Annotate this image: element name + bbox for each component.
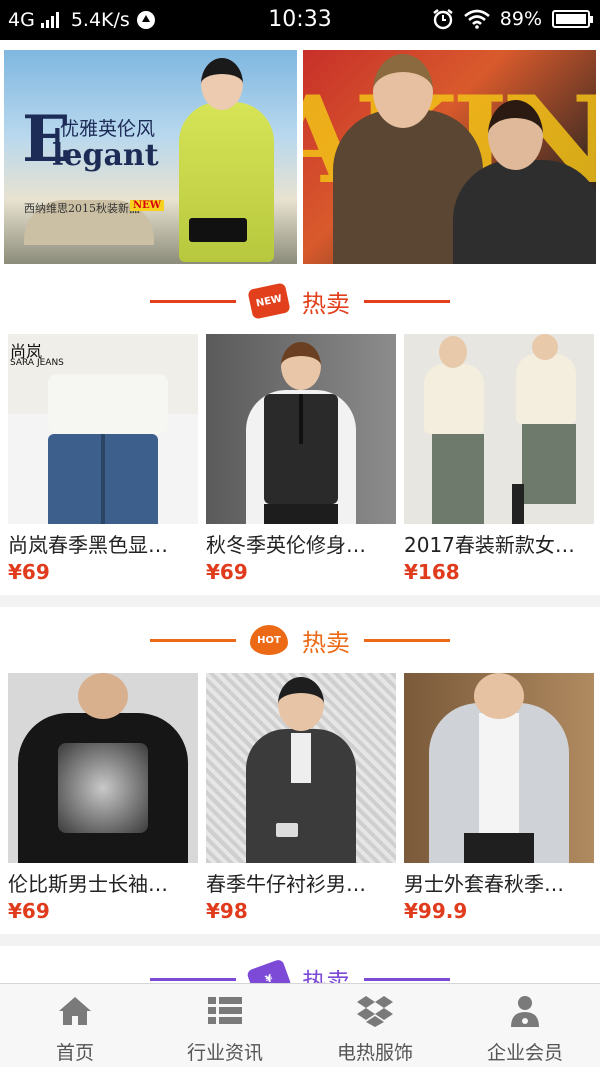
product-image[interactable]: [206, 334, 396, 524]
section-gap: [0, 595, 600, 607]
wifi-icon: [463, 9, 490, 29]
model-head-graphic: [373, 54, 433, 128]
product-row: 尚岚 SARA JEANS 尚岚春季黑色显… ¥69 秋冬季英伦修身… ¥69: [0, 334, 600, 595]
product-price: ¥69: [206, 560, 248, 584]
banner-cn-title: 优雅英伦风: [60, 118, 156, 140]
product-image[interactable]: 尚岚 SARA JEANS: [8, 334, 198, 524]
divider: [150, 299, 236, 303]
product-name: 男士外套春秋季…: [404, 872, 564, 896]
banner-subtitle: 西纳维思2015秋装新品: [24, 202, 140, 215]
banner-left-image[interactable]: 优雅英伦风 E legant 西纳维思2015秋装新品 NEW: [4, 50, 297, 264]
main-content: 优雅英伦风 E legant 西纳维思2015秋装新品 NEW AKIN NEW…: [0, 40, 600, 983]
divider: [364, 299, 450, 303]
product-image[interactable]: [404, 334, 594, 524]
product-card[interactable]: 秋冬季英伦修身… ¥69: [206, 334, 396, 591]
divider: [150, 977, 236, 981]
tab-label: 电热服饰: [336, 1042, 413, 1064]
model-head-graphic: [488, 100, 543, 170]
brand-logo-sub: SARA JEANS: [10, 358, 64, 368]
battery-percent: 89%: [499, 8, 542, 30]
product-name: 秋冬季英伦修身…: [206, 533, 366, 557]
price-tag-icon: ¥: [246, 958, 292, 983]
product-price: ¥168: [404, 560, 460, 584]
banner-right-image[interactable]: AKIN: [303, 50, 596, 264]
product-row: 伦比斯男士长袖… ¥69 春季牛仔衬衫男… ¥98 男士外套春秋季… ¥99.9: [0, 673, 600, 934]
product-name: 尚岚春季黑色显…: [8, 533, 168, 557]
tab-home[interactable]: 首页: [0, 984, 150, 1067]
product-card[interactable]: 尚岚 SARA JEANS 尚岚春季黑色显… ¥69: [8, 334, 198, 591]
bag-graphic: [189, 218, 247, 242]
home-icon: [59, 997, 91, 1025]
section-title-sale: ¥ 热卖: [0, 946, 600, 983]
divider: [364, 977, 450, 981]
list-icon: [208, 997, 242, 1024]
product-name: 伦比斯男士长袖…: [8, 872, 168, 896]
product-image[interactable]: [404, 673, 594, 863]
product-card[interactable]: 2017春装新款女… ¥168: [404, 334, 594, 591]
tab-label: 行业资讯: [186, 1042, 263, 1064]
tab-industry-news[interactable]: 行业资讯: [150, 984, 300, 1067]
product-price: ¥99.9: [404, 899, 468, 923]
member-icon: [511, 996, 539, 1027]
product-price: ¥69: [8, 560, 50, 584]
product-price: ¥69: [8, 899, 50, 923]
tab-enterprise-member[interactable]: 企业会员: [450, 984, 600, 1067]
model-graphic: [453, 160, 596, 264]
tab-label: 首页: [55, 1042, 94, 1064]
product-card[interactable]: 春季牛仔衬衫男… ¥98: [206, 673, 396, 930]
product-name: 春季牛仔衬衫男…: [206, 872, 366, 896]
product-name: 2017春装新款女…: [404, 533, 575, 557]
hot-badge-icon: HOT: [250, 625, 288, 655]
section-title-hot: HOT 热卖: [0, 607, 600, 673]
divider: [364, 638, 450, 642]
dropbox-icon: [357, 996, 393, 1027]
banner-en-title: legant: [52, 138, 159, 173]
section-gap: [0, 934, 600, 946]
product-price: ¥98: [206, 899, 248, 923]
section-title-new: NEW 热卖: [0, 268, 600, 334]
section-label: 热卖: [302, 289, 350, 318]
tab-label: 企业会员: [486, 1042, 563, 1064]
new-badge-icon: NEW: [247, 282, 291, 320]
section-label: 热卖: [302, 967, 350, 984]
banner-title: 优雅英伦风 E legant 西纳维思2015秋装新品 NEW: [22, 108, 164, 215]
product-card[interactable]: 伦比斯男士长袖… ¥69: [8, 673, 198, 930]
product-card[interactable]: 男士外套春秋季… ¥99.9: [404, 673, 594, 930]
banner: 优雅英伦风 E legant 西纳维思2015秋装新品 NEW AKIN: [0, 40, 600, 268]
alarm-icon: [433, 9, 453, 30]
divider: [150, 638, 236, 642]
tab-heated-apparel[interactable]: 电热服饰: [300, 984, 450, 1067]
section-label: 热卖: [302, 628, 350, 657]
model-head-graphic: [201, 58, 243, 110]
product-image[interactable]: [206, 673, 396, 863]
product-image[interactable]: [8, 673, 198, 863]
bottom-tab-bar: 首页 行业资讯 电热服饰 企业会员: [0, 983, 600, 1067]
new-tag: NEW: [130, 200, 164, 211]
battery-icon: [552, 10, 593, 28]
status-bar: 4G 5.4K/s 10:33 89%: [0, 0, 600, 40]
